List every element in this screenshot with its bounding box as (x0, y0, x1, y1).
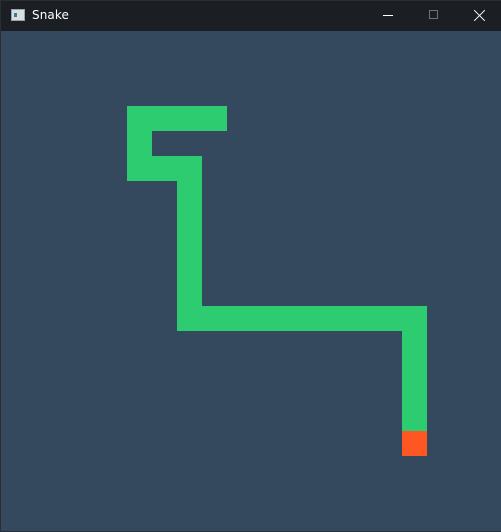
snake-segment (127, 156, 152, 181)
food (402, 431, 427, 456)
snake-segment (177, 106, 202, 131)
close-button[interactable] (456, 1, 501, 31)
snake-head (202, 106, 227, 131)
snake-segment (177, 206, 202, 231)
snake-segment (152, 156, 177, 181)
app-window-icon (11, 9, 25, 21)
minimize-icon (383, 15, 393, 16)
maximize-icon (429, 10, 438, 19)
title-bar[interactable]: Snake (1, 1, 501, 31)
snake-segment (402, 381, 427, 406)
game-window: Snake (0, 0, 501, 532)
game-board[interactable] (2, 31, 501, 531)
snake-segment (127, 131, 152, 156)
snake-segment (252, 306, 277, 331)
snake-segment (402, 306, 427, 331)
maximize-button[interactable] (410, 1, 456, 31)
snake-segment (327, 306, 352, 331)
snake-segment (177, 231, 202, 256)
minimize-button[interactable] (364, 1, 410, 31)
close-icon (473, 9, 486, 22)
snake-segment (227, 306, 252, 331)
snake-segment (202, 306, 227, 331)
snake-segment (177, 181, 202, 206)
snake-segment (277, 306, 302, 331)
snake-segment (177, 306, 202, 331)
snake-segment (127, 106, 152, 131)
snake-segment (402, 356, 427, 381)
snake-segment (177, 156, 202, 181)
snake-segment (177, 256, 202, 281)
snake-segment (302, 306, 327, 331)
snake-segment (152, 106, 177, 131)
snake-segment (352, 306, 377, 331)
snake-segment (377, 306, 402, 331)
snake-segment (402, 406, 427, 431)
snake-segment (402, 331, 427, 356)
snake-segment (177, 281, 202, 306)
window-title: Snake (32, 8, 69, 22)
